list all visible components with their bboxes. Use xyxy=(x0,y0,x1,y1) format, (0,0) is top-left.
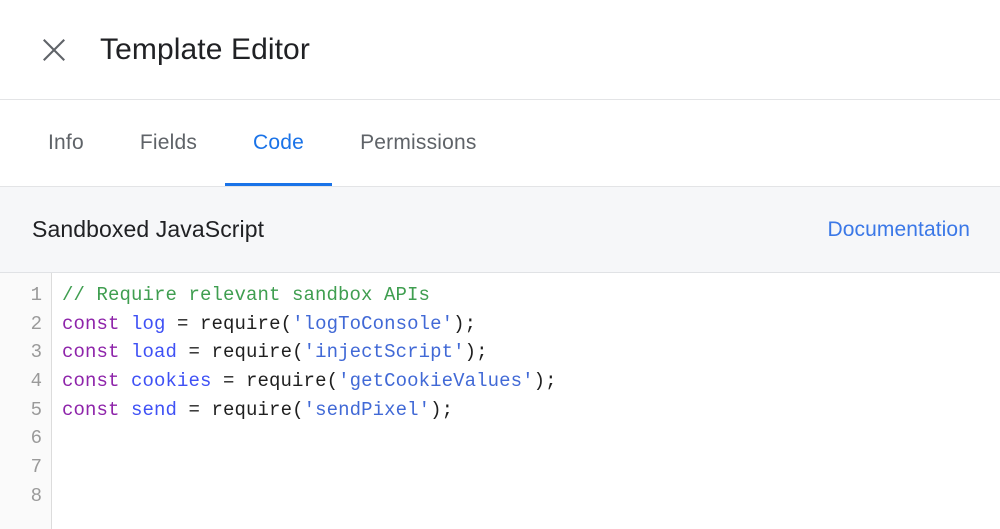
code-token-plain: ); xyxy=(430,398,454,421)
code-line[interactable]: const cookies = require('getCookieValues… xyxy=(62,367,1000,396)
code-token-keyword: const xyxy=(62,398,120,421)
close-button[interactable] xyxy=(30,26,78,74)
sandboxed-javascript-bar: Sandboxed JavaScript Documentation xyxy=(0,187,1000,273)
line-number: 1 xyxy=(30,284,42,306)
code-line[interactable] xyxy=(62,424,1000,453)
line-number: 7 xyxy=(30,456,42,479)
code-text-area[interactable]: // Require relevant sandbox APIs const lo… xyxy=(52,273,1000,529)
code-token-var: log xyxy=(131,312,166,335)
close-icon xyxy=(41,37,67,63)
code-line[interactable]: const log = require('logToConsole'); xyxy=(62,310,1000,339)
code-token-plain: ); xyxy=(533,370,557,393)
code-line[interactable]: const send = require('sendPixel'); xyxy=(62,396,1000,425)
line-number: 3 xyxy=(30,341,42,364)
code-token-keyword: const xyxy=(62,312,120,335)
code-token-keyword: const xyxy=(62,341,120,364)
code-line[interactable] xyxy=(62,453,1000,482)
line-number: 8 xyxy=(30,484,42,507)
tab-bar: Info Fields Code Permissions xyxy=(0,100,1000,187)
code-token-plain: = require( xyxy=(211,370,339,393)
code-token-string: 'getCookieValues' xyxy=(338,370,534,393)
tab-permissions[interactable]: Permissions xyxy=(332,100,505,186)
line-number: 6 xyxy=(30,427,42,450)
section-title: Sandboxed JavaScript xyxy=(32,216,265,242)
code-line[interactable] xyxy=(62,482,1000,511)
tab-fields[interactable]: Fields xyxy=(112,100,225,186)
code-token-var: load xyxy=(131,341,178,364)
code-token-keyword: const xyxy=(62,370,120,393)
code-token-string: 'sendPixel' xyxy=(303,398,431,421)
tab-permissions-label: Permissions xyxy=(360,131,477,154)
window-header: Template Editor xyxy=(0,0,1000,100)
code-token-var: send xyxy=(131,398,178,421)
tab-fields-label: Fields xyxy=(139,131,198,154)
code-token-plain: = require( xyxy=(177,398,304,421)
tab-code[interactable]: Code xyxy=(225,100,333,186)
code-token-string: 'logToConsole' xyxy=(292,312,454,335)
page-title: Template Editor xyxy=(100,32,310,66)
code-token-comment: // Require relevant sandbox APIs xyxy=(62,284,431,306)
tab-info[interactable]: Info xyxy=(20,100,112,186)
line-number: 4 xyxy=(30,370,42,393)
documentation-link[interactable]: Documentation xyxy=(827,218,970,242)
template-editor-window: Template Editor Info Fields Code Permiss… xyxy=(0,0,1000,529)
code-token-plain: = require( xyxy=(177,341,304,364)
tab-code-label: Code xyxy=(253,131,305,154)
code-line[interactable]: const load = require('injectScript'); xyxy=(62,338,1000,367)
code-token-string: 'injectScript' xyxy=(303,341,465,364)
line-number-gutter: 1 2 3 4 5 6 7 8 xyxy=(0,273,52,529)
code-token-var: cookies xyxy=(131,370,212,393)
code-editor[interactable]: 1 2 3 4 5 6 7 8 // Require relevant sandbox API… xyxy=(0,273,1000,529)
code-line[interactable]: // Require relevant sandbox APIs xyxy=(62,281,1000,310)
code-token-plain: ); xyxy=(464,341,488,364)
code-token-plain: = require( xyxy=(165,312,293,335)
line-number: 2 xyxy=(30,312,42,335)
tab-info-label: Info xyxy=(48,131,84,154)
line-number: 5 xyxy=(30,398,42,421)
code-token-plain: ); xyxy=(453,312,477,335)
